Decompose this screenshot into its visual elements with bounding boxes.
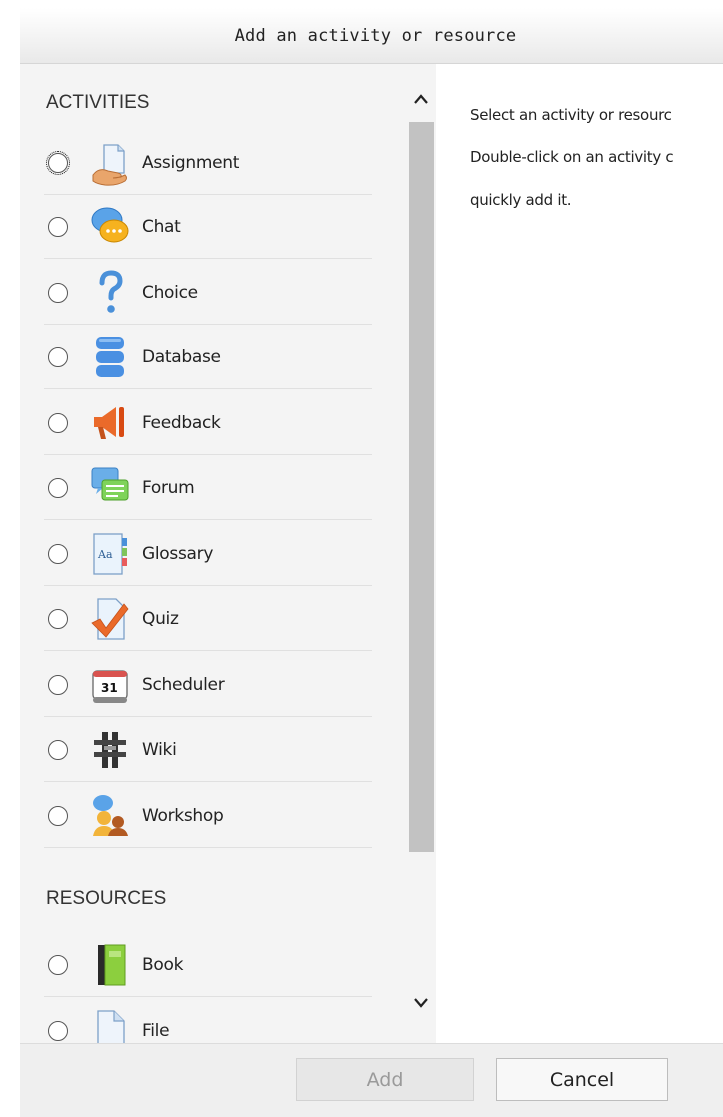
- option-label: Book: [142, 954, 184, 975]
- option-label: Wiki: [142, 739, 177, 760]
- option-label: Workshop: [142, 805, 224, 826]
- option-forum[interactable]: Forum: [44, 456, 372, 520]
- radio-feedback[interactable]: [48, 412, 68, 433]
- glossary-icon: Aa: [90, 530, 130, 578]
- workshop-icon: [90, 792, 130, 840]
- option-assignment[interactable]: Assignment: [44, 131, 372, 195]
- help-pane: Select an activity or resourc Double-cli…: [436, 64, 723, 1043]
- quiz-icon: [90, 595, 130, 643]
- dialog-header: Add an activity or resource: [20, 8, 723, 64]
- option-label: Feedback: [142, 412, 221, 433]
- wiki-icon: [90, 726, 130, 774]
- radio-quiz[interactable]: [48, 608, 68, 629]
- file-icon: [90, 1007, 130, 1043]
- option-database[interactable]: Database: [44, 325, 372, 389]
- option-label: Glossary: [142, 543, 214, 564]
- scroll-up-icon[interactable]: [410, 88, 432, 110]
- scheduler-icon: 31: [90, 661, 130, 709]
- dialog-title: Add an activity or resource: [234, 25, 517, 46]
- choice-icon: [90, 269, 130, 317]
- radio-assignment[interactable]: [46, 150, 70, 175]
- option-quiz[interactable]: Quiz: [44, 587, 372, 651]
- help-text-line-3: quickly add it.: [470, 191, 572, 209]
- option-label: Choice: [142, 282, 198, 303]
- option-label: Quiz: [142, 608, 179, 629]
- option-glossary[interactable]: Aa Glossary: [44, 522, 372, 586]
- module-list: ACTIVITIES Assignment Chat Choice Databa…: [20, 64, 407, 1043]
- dialog-footer: Add Cancel: [20, 1043, 723, 1117]
- radio-chat[interactable]: [48, 216, 68, 237]
- option-wiki[interactable]: Wiki: [44, 718, 372, 782]
- add-button[interactable]: Add: [296, 1058, 474, 1101]
- feedback-icon: [90, 399, 130, 447]
- option-label: Scheduler: [142, 674, 225, 695]
- scrollbar-thumb[interactable]: [409, 122, 434, 852]
- radio-book[interactable]: [48, 954, 68, 975]
- scheduler-icon-date: 31: [101, 681, 118, 695]
- resources-heading: RESOURCES: [46, 888, 167, 909]
- option-feedback[interactable]: Feedback: [44, 391, 372, 455]
- chat-icon: [90, 203, 130, 251]
- option-file[interactable]: File: [44, 999, 372, 1043]
- activity-chooser-dialog: Add an activity or resource ACTIVITIES A…: [0, 0, 723, 1117]
- radio-scheduler[interactable]: [48, 674, 68, 695]
- option-workshop[interactable]: Workshop: [44, 784, 372, 848]
- option-label: File: [142, 1021, 170, 1041]
- help-text-line-2: Double-click on an activity c: [470, 148, 674, 166]
- cancel-button[interactable]: Cancel: [496, 1058, 668, 1101]
- option-book[interactable]: Book: [44, 933, 372, 997]
- radio-choice[interactable]: [48, 282, 68, 303]
- help-text-line-1: Select an activity or resourc: [470, 106, 672, 124]
- option-label: Chat: [142, 216, 181, 237]
- radio-wiki[interactable]: [48, 739, 68, 760]
- option-label: Assignment: [142, 152, 240, 173]
- radio-database[interactable]: [48, 346, 68, 367]
- radio-workshop[interactable]: [48, 805, 68, 826]
- option-scheduler[interactable]: 31 Scheduler: [44, 653, 372, 717]
- svg-text:Aa: Aa: [97, 548, 113, 561]
- radio-glossary[interactable]: [48, 543, 68, 564]
- radio-forum[interactable]: [48, 477, 68, 498]
- option-label: Forum: [142, 477, 195, 498]
- option-label: Database: [142, 346, 221, 367]
- database-icon: [90, 333, 130, 381]
- activities-heading: ACTIVITIES: [46, 92, 150, 113]
- assignment-icon: [90, 139, 130, 187]
- scroll-down-icon[interactable]: [410, 992, 432, 1014]
- option-choice[interactable]: Choice: [44, 261, 372, 325]
- radio-file[interactable]: [48, 1021, 68, 1041]
- module-list-scrollbar[interactable]: [407, 64, 436, 1043]
- option-chat[interactable]: Chat: [44, 195, 372, 259]
- book-icon: [90, 941, 130, 989]
- forum-icon: [90, 464, 130, 512]
